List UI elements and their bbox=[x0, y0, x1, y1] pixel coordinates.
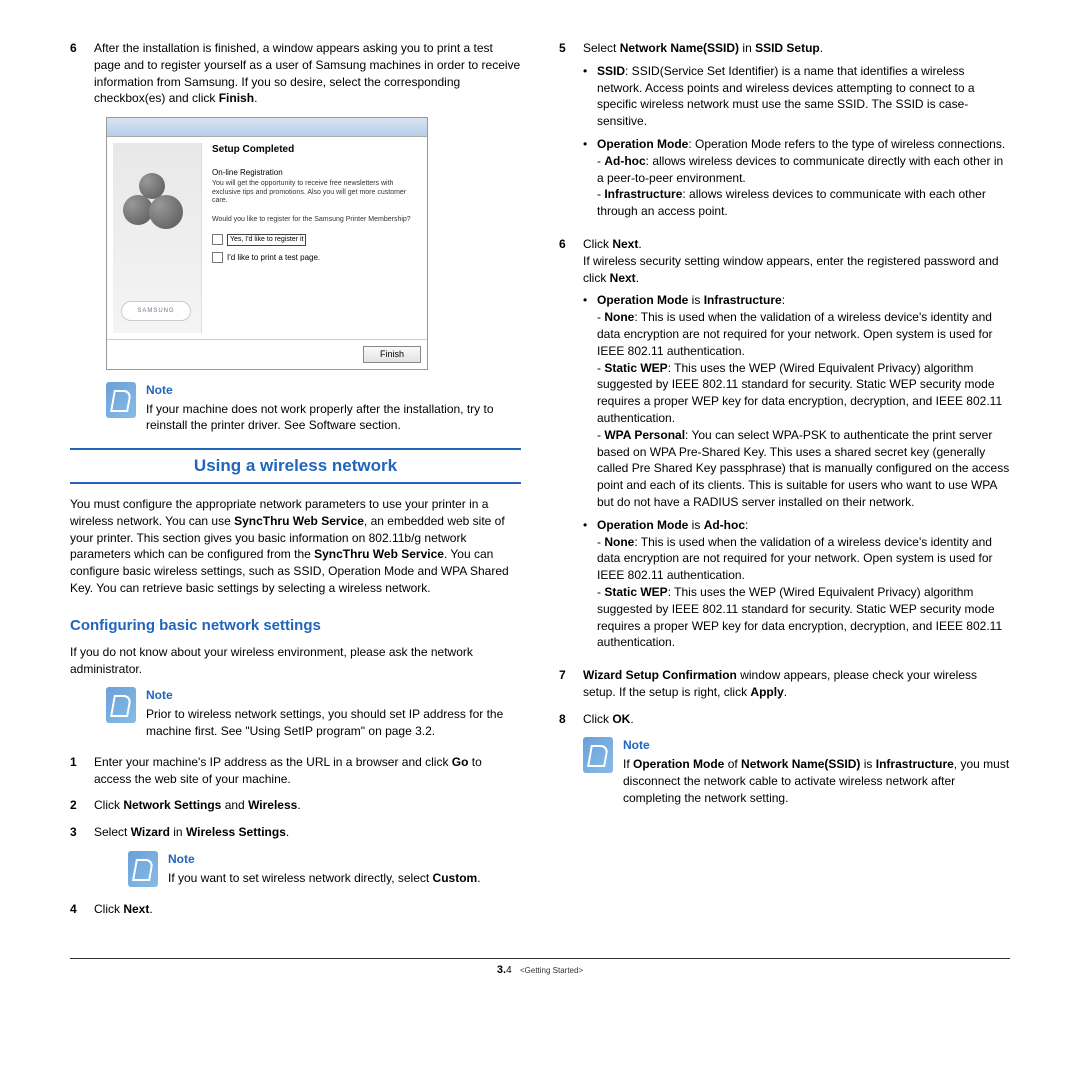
para-admin: If you do not know about your wireless e… bbox=[70, 644, 521, 678]
step-8: 8 Click OK. bbox=[559, 711, 1010, 728]
step-2: 2 Click Network Settings and Wireless. bbox=[70, 797, 521, 814]
step-6b: 6 Click Next. If wireless security setti… bbox=[559, 236, 1010, 657]
step-1: 1 Enter your machine's IP address as the… bbox=[70, 754, 521, 788]
ss-checkbox-testpage: I'd like to print a test page. bbox=[212, 252, 417, 263]
note-icon bbox=[106, 687, 136, 723]
step-7: 7 Wizard Setup Confirmation window appea… bbox=[559, 667, 1010, 701]
step-6: 6 After the installation is finished, a … bbox=[70, 40, 521, 107]
step-5: 5 Select Network Name(SSID) in SSID Setu… bbox=[559, 40, 1010, 226]
section-wireless: Using a wireless network bbox=[70, 448, 521, 484]
ss-heading: Setup Completed bbox=[212, 143, 417, 157]
checkbox-icon bbox=[212, 234, 223, 245]
note-disconnect: Note If Operation Mode of Network Name(S… bbox=[583, 737, 1010, 806]
setup-completed-screenshot: SAMSUNG Setup Completed On-line Registra… bbox=[106, 117, 428, 370]
page-footer: 3.4 <Getting Started> bbox=[70, 958, 1010, 978]
ss-subheading: On-line Registration bbox=[212, 167, 417, 178]
ss-sidebar: SAMSUNG bbox=[113, 143, 202, 333]
note-icon bbox=[128, 851, 158, 887]
ss-desc2: Would you like to register for the Samsu… bbox=[212, 216, 417, 224]
ss-checkbox-register: Yes, I'd like to register it bbox=[212, 234, 417, 246]
step-number: 6 bbox=[70, 40, 94, 107]
note-label: Note bbox=[146, 382, 521, 399]
note-text: If Operation Mode of Network Name(SSID) … bbox=[623, 756, 1010, 806]
checkbox-icon bbox=[212, 252, 223, 263]
step-4: 4 Click Next. bbox=[70, 901, 521, 918]
note-label: Note bbox=[146, 687, 521, 704]
ss-titlebar bbox=[107, 118, 427, 137]
subsection-config: Configuring basic network settings bbox=[70, 615, 521, 636]
intro-para: You must configure the appropriate netwo… bbox=[70, 496, 521, 597]
note-icon bbox=[106, 382, 136, 418]
ss-desc1: You will get the opportunity to receive … bbox=[212, 180, 417, 205]
note-text: If you want to set wireless network dire… bbox=[168, 870, 521, 887]
note-text: Prior to wireless network settings, you … bbox=[146, 706, 521, 740]
note-label: Note bbox=[623, 737, 1010, 754]
note-setip: Note Prior to wireless network settings,… bbox=[106, 687, 521, 739]
note-text: If your machine does not work properly a… bbox=[146, 401, 521, 435]
step-text: After the installation is finished, a wi… bbox=[94, 40, 521, 107]
note-reinstall: Note If your machine does not work prope… bbox=[106, 382, 521, 434]
note-label: Note bbox=[168, 851, 521, 868]
note-icon bbox=[583, 737, 613, 773]
note-custom: Note If you want to set wireless network… bbox=[128, 851, 521, 887]
step-3: 3 Select Wizard in Wireless Settings. bbox=[70, 824, 521, 841]
samsung-logo: SAMSUNG bbox=[121, 301, 191, 321]
finish-button: Finish bbox=[363, 346, 421, 363]
